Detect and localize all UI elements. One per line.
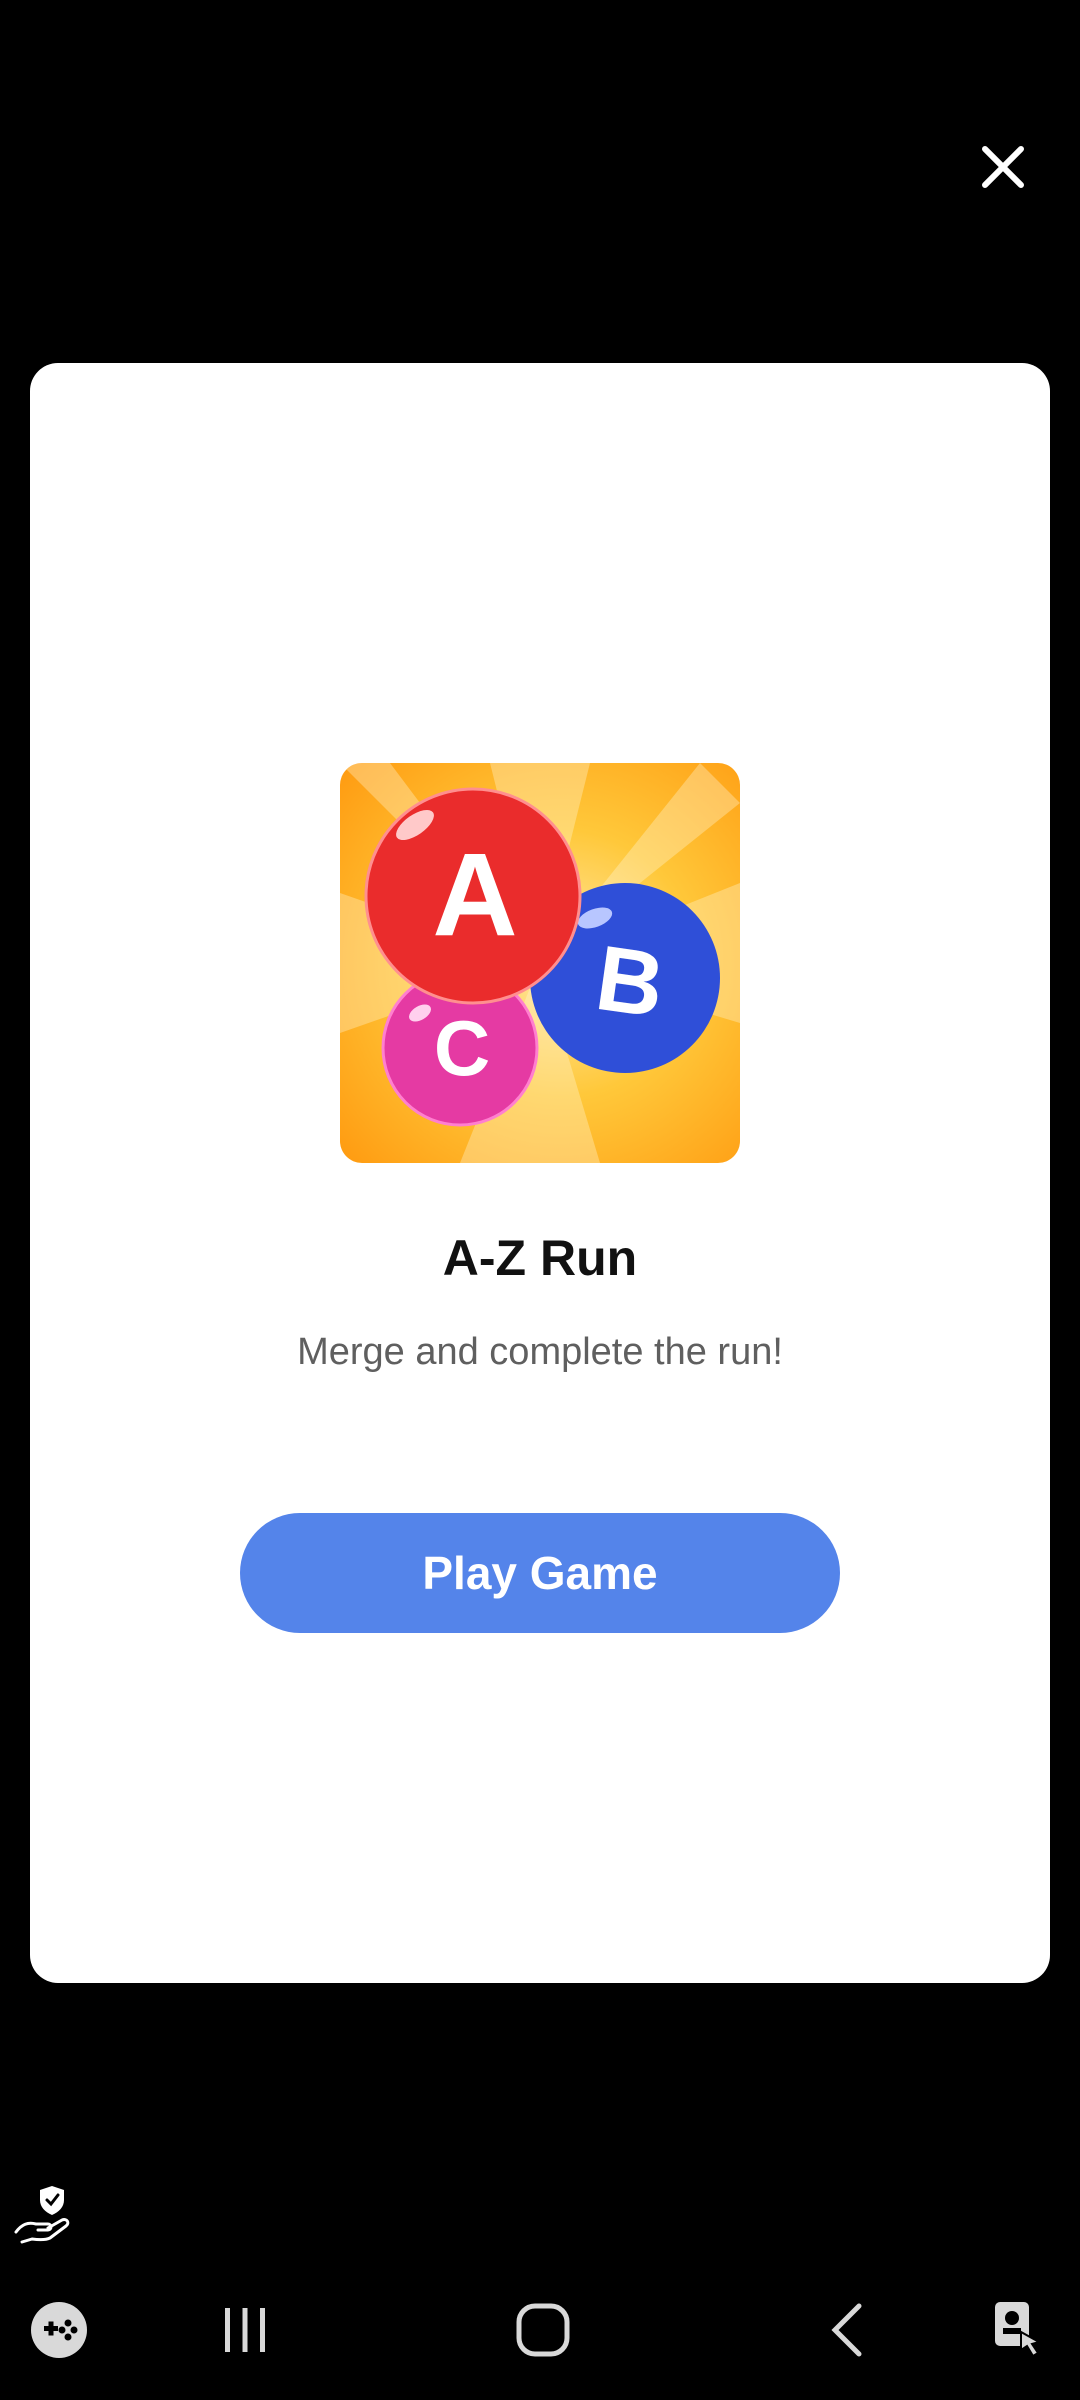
play-game-button[interactable]: Play Game bbox=[240, 1513, 840, 1633]
back-button[interactable] bbox=[812, 2290, 882, 2370]
system-navigation-bar bbox=[0, 2290, 1080, 2400]
home-icon bbox=[516, 2303, 570, 2357]
game-launcher-button[interactable] bbox=[26, 2290, 92, 2370]
recent-apps-icon bbox=[225, 2308, 265, 2352]
close-button[interactable] bbox=[968, 132, 1038, 202]
letter-a: A bbox=[432, 829, 517, 961]
game-launcher-icon bbox=[31, 2302, 87, 2358]
recent-apps-button[interactable] bbox=[210, 2290, 280, 2370]
close-icon bbox=[982, 146, 1024, 188]
home-button[interactable] bbox=[508, 2290, 578, 2370]
accessibility-button[interactable] bbox=[986, 2290, 1056, 2370]
privacy-hand-shield-icon[interactable] bbox=[12, 2182, 76, 2246]
game-dialog-card: C B A A-Z Run Merge and complete the run… bbox=[30, 363, 1050, 1983]
accessibility-icon bbox=[995, 2302, 1042, 2358]
abc-bubbles-icon: C B A bbox=[340, 763, 740, 1163]
letter-c: C bbox=[434, 1004, 490, 1092]
game-title: A-Z Run bbox=[442, 1230, 638, 1286]
letter-b: B bbox=[590, 927, 670, 1037]
screen: C B A A-Z Run Merge and complete the run… bbox=[0, 0, 1080, 2400]
game-subtitle: Merge and complete the run! bbox=[297, 1331, 783, 1373]
back-icon bbox=[831, 2303, 862, 2357]
